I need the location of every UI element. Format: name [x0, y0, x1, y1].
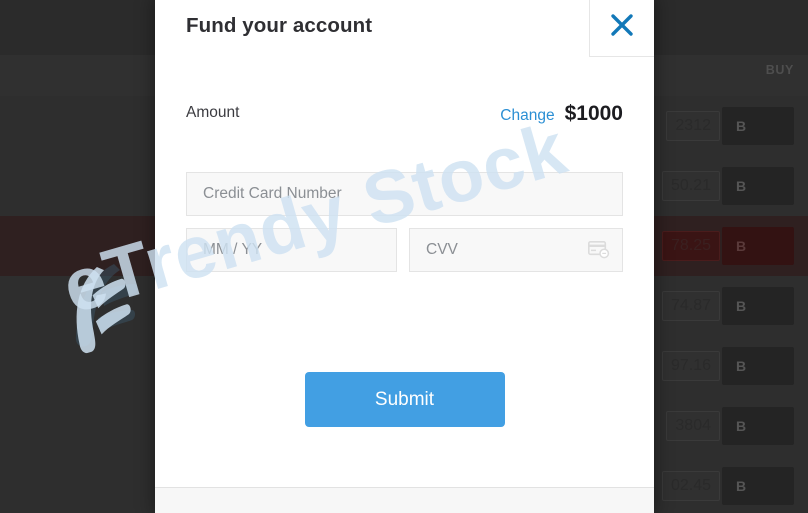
row-buy-button[interactable]: B [722, 347, 794, 385]
row-buy-button[interactable]: B [722, 107, 794, 145]
column-header-buy: BUY [765, 63, 794, 77]
cvv-input[interactable]: CVV [409, 228, 623, 272]
amount-row: Amount Change $1000 [186, 102, 623, 128]
row-price: 78.25 [661, 231, 720, 261]
row-buy-button[interactable]: B [722, 227, 794, 265]
brand-logo-watermark-dark [75, 264, 137, 347]
submit-button[interactable]: Submit [304, 372, 505, 427]
row-price: 74.87 [661, 291, 720, 321]
close-icon [611, 14, 633, 36]
row-price: 2312 [666, 111, 720, 141]
fund-account-modal: Fund your account Amount Change $1000 Cr… [155, 0, 654, 513]
expiry-date-input[interactable]: MM / YY [186, 228, 397, 272]
row-price: 50.21 [661, 171, 720, 201]
close-button[interactable] [589, 0, 654, 57]
row-buy-button[interactable]: B [722, 467, 794, 505]
row-price: 02.45 [661, 471, 720, 501]
card-number-placeholder: Credit Card Number [203, 185, 342, 202]
modal-footer [155, 487, 654, 513]
amount-value-group: Change $1000 [500, 102, 623, 126]
modal-body: Amount Change $1000 VISA MasterCard [155, 102, 654, 427]
row-price: 3804 [666, 411, 720, 441]
change-amount-link[interactable]: Change [500, 107, 554, 125]
row-price: 97.16 [661, 351, 720, 381]
amount-label: Amount [186, 104, 240, 121]
expiry-placeholder: MM / YY [203, 241, 263, 258]
submit-row: Submit [186, 372, 623, 427]
modal-title: Fund your account [186, 14, 373, 37]
amount-value: $1000 [564, 102, 623, 125]
expiry-cvv-row: MM / YY CVV [186, 228, 623, 272]
row-buy-button[interactable]: B [722, 167, 794, 205]
row-buy-button[interactable]: B [722, 287, 794, 325]
row-buy-button[interactable]: B [722, 407, 794, 445]
app-root: BUY 2312 B 50.21 B 78.25 B 74.87 B 97.16… [0, 0, 808, 513]
modal-header: Fund your account [155, 0, 654, 60]
cvv-placeholder: CVV [426, 241, 458, 258]
card-number-input[interactable]: Credit Card Number [186, 172, 623, 216]
credit-card-icon [588, 241, 610, 259]
